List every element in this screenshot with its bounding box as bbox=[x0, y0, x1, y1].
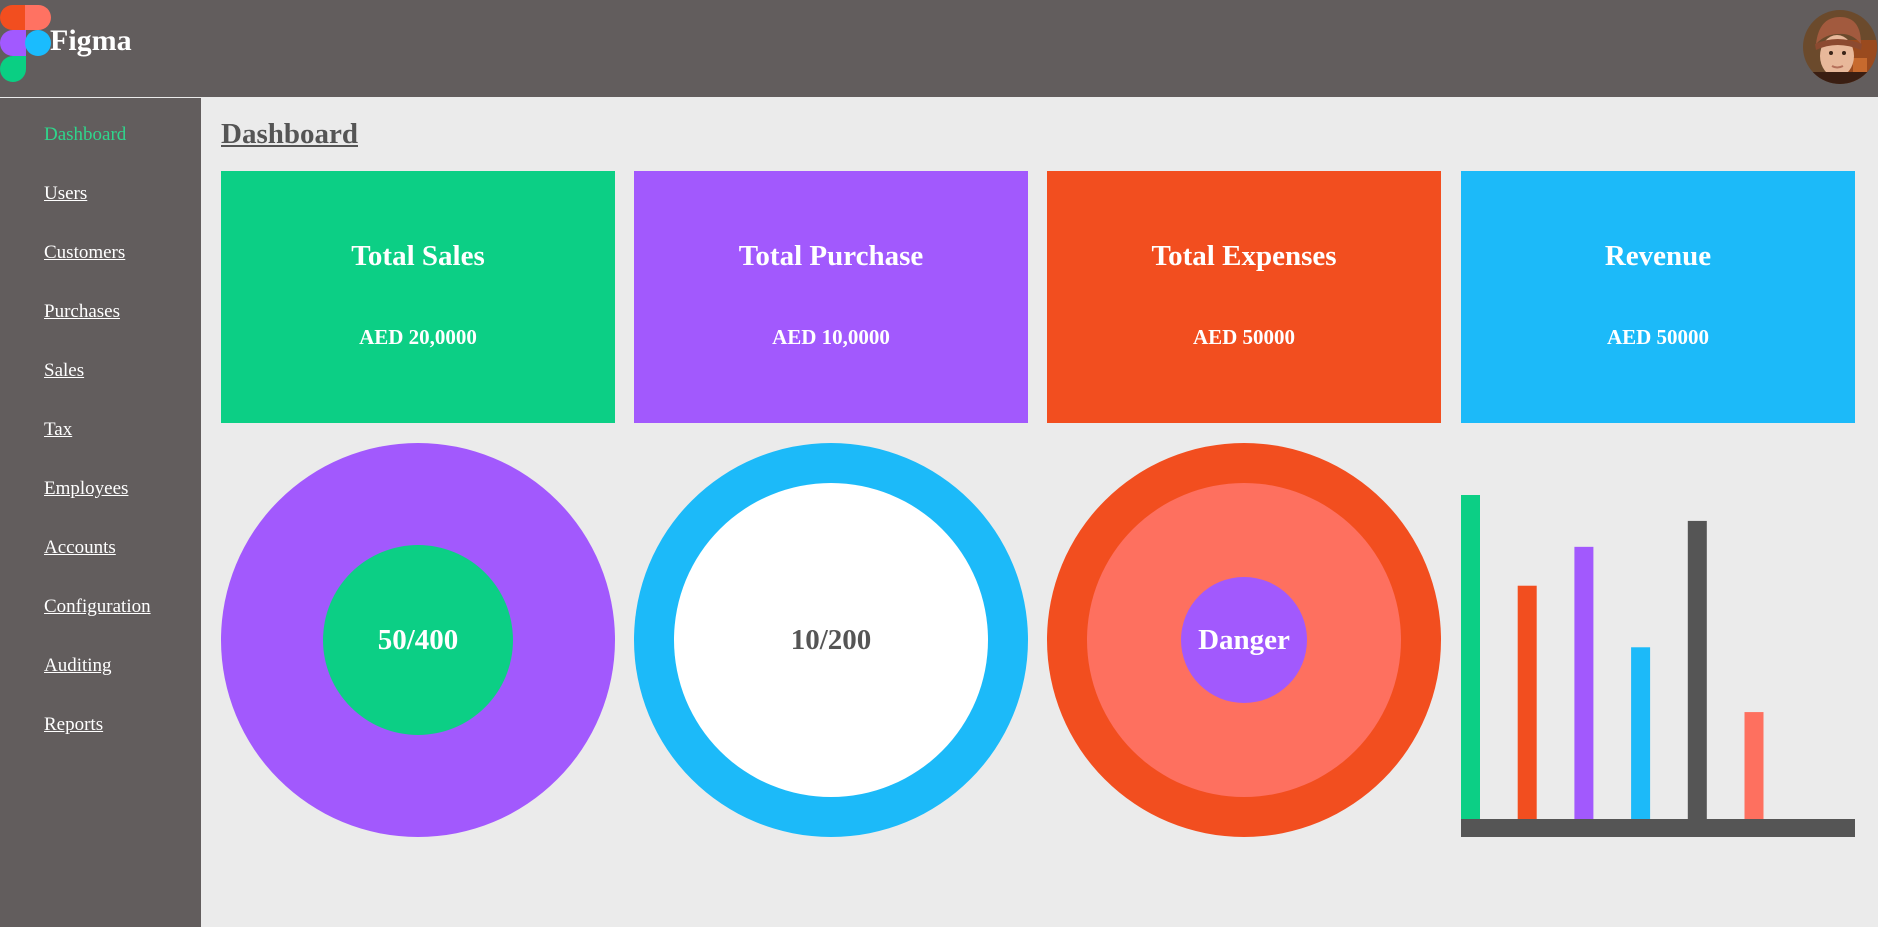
sales-gauge: 50/400 bbox=[221, 443, 615, 837]
chart-bar bbox=[1461, 495, 1480, 819]
chart-bar bbox=[1744, 712, 1764, 819]
card-value: AED 50000 bbox=[1192, 325, 1296, 349]
card-title: Total Purchase bbox=[738, 240, 924, 272]
sidebar-item-dashboard[interactable]: Dashboard bbox=[44, 125, 126, 144]
bar-chart bbox=[1461, 495, 1855, 837]
card-value: AED 20,0000 bbox=[359, 325, 477, 349]
sidebar-item-configuration[interactable]: Configuration bbox=[44, 597, 151, 616]
page-title: Dashboard bbox=[221, 118, 358, 150]
sales-gauge-center: 50/400 bbox=[323, 545, 513, 735]
card-total-sales: Total Sales AED 20,0000 bbox=[221, 171, 615, 423]
sidebar-item-auditing[interactable]: Auditing bbox=[44, 656, 112, 675]
card-value: AED 10,0000 bbox=[772, 325, 890, 349]
card-total-purchase: Total Purchase AED 10,0000 bbox=[634, 171, 1028, 423]
sidebar-item-customers[interactable]: Customers bbox=[44, 243, 125, 262]
card-title: Total Expenses bbox=[1151, 240, 1337, 272]
brand-name: Figma bbox=[50, 24, 132, 57]
chart-bar bbox=[1687, 520, 1707, 819]
chart-bar bbox=[1574, 546, 1594, 819]
chart-bar bbox=[1631, 647, 1651, 819]
card-total-expenses: Total Expenses AED 50000 bbox=[1047, 171, 1441, 423]
chart-bar bbox=[1517, 585, 1537, 819]
sidebar: Dashboard Users Customers Purchases Sale… bbox=[0, 98, 201, 927]
card-revenue: Revenue AED 50000 bbox=[1461, 171, 1855, 423]
expenses-gauge: Danger bbox=[1047, 443, 1441, 837]
expenses-gauge-ring: Danger bbox=[1087, 483, 1401, 797]
sidebar-item-purchases[interactable]: Purchases bbox=[44, 302, 120, 321]
user-avatar-icon[interactable] bbox=[1803, 10, 1877, 84]
card-title: Revenue bbox=[1604, 240, 1712, 272]
sidebar-item-accounts[interactable]: Accounts bbox=[44, 538, 116, 557]
danger-indicator: Danger bbox=[1181, 577, 1307, 703]
chart-baseline bbox=[1461, 819, 1855, 837]
purchase-gauge-center: 10/200 bbox=[674, 483, 988, 797]
top-bar: Figma bbox=[0, 0, 1878, 97]
sidebar-item-employees[interactable]: Employees bbox=[44, 479, 128, 498]
figma-logo-icon bbox=[0, 5, 51, 82]
sidebar-item-sales[interactable]: Sales bbox=[44, 361, 84, 380]
card-value: AED 50000 bbox=[1606, 325, 1710, 349]
sidebar-item-users[interactable]: Users bbox=[44, 184, 87, 203]
sidebar-item-tax[interactable]: Tax bbox=[44, 420, 72, 439]
purchase-gauge: 10/200 bbox=[634, 443, 1028, 837]
card-title: Total Sales bbox=[351, 240, 485, 272]
sidebar-item-reports[interactable]: Reports bbox=[44, 715, 103, 734]
